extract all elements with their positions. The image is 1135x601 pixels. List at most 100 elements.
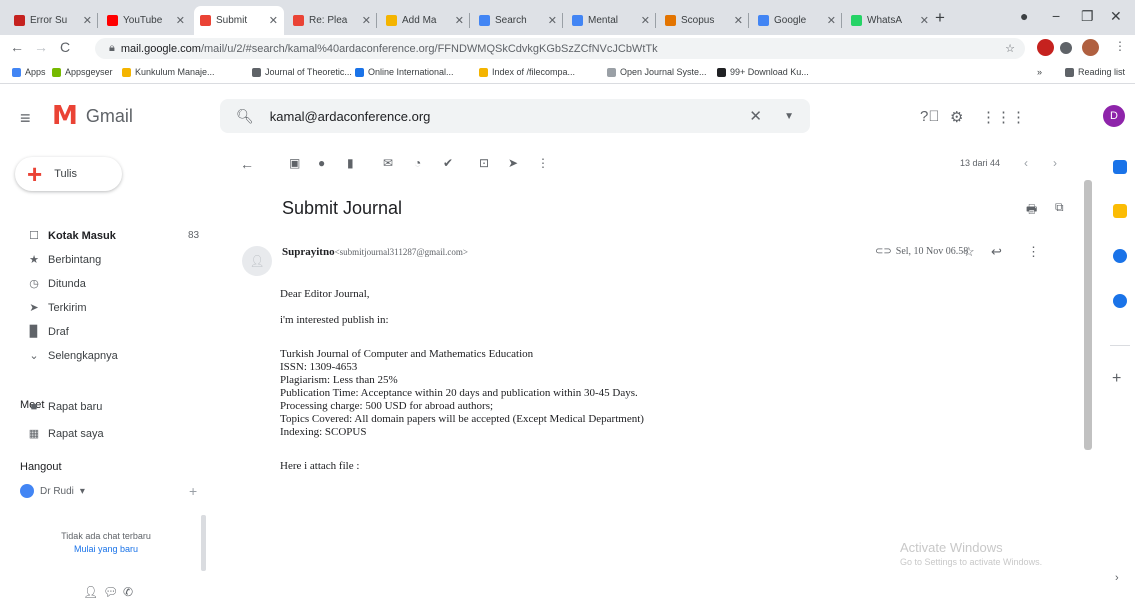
profile-dot-icon[interactable]: ● bbox=[1020, 8, 1028, 24]
message-more-icon[interactable]: ⋮ bbox=[1027, 244, 1040, 260]
reading-list-link[interactable]: Reading list bbox=[1065, 67, 1125, 77]
address-bar[interactable]: 🔒︎ mail.google.com /mail/u/2/#search/kam… bbox=[95, 38, 1025, 59]
browser-menu-icon[interactable]: ⋮ bbox=[1114, 39, 1126, 53]
browser-tab[interactable]: Scopus ✕ bbox=[659, 6, 749, 35]
puzzle-icon[interactable] bbox=[1060, 42, 1072, 54]
bookmark-item[interactable]: Journal of Theoretic... bbox=[252, 67, 352, 77]
gmail-logo[interactable]: M Gmail bbox=[52, 103, 133, 129]
browser-tab[interactable]: Re: Plea ✕ bbox=[287, 6, 377, 35]
close-tab-icon[interactable]: ✕ bbox=[362, 14, 371, 27]
close-tab-icon[interactable]: ✕ bbox=[83, 14, 92, 27]
previous-page-icon[interactable]: ‹ bbox=[1024, 156, 1028, 170]
close-tab-icon[interactable]: ✕ bbox=[734, 14, 743, 27]
meet-item[interactable]: ▦ Rapat saya bbox=[0, 422, 210, 445]
bookmark-item[interactable]: 99+ Download Ku... bbox=[717, 67, 809, 77]
archive-icon[interactable]: ▣ bbox=[289, 156, 300, 170]
close-tab-icon[interactable]: ✕ bbox=[176, 14, 185, 27]
move-to-icon[interactable]: ⊡ bbox=[479, 156, 489, 170]
close-tab-icon[interactable]: ✕ bbox=[827, 14, 836, 27]
open-new-window-icon[interactable]: ⧉ bbox=[1055, 200, 1064, 215]
bookmark-item[interactable]: Index of /filecompa... bbox=[479, 67, 575, 77]
apps-grid-icon[interactable]: ⋮⋮⋮ bbox=[981, 108, 1026, 126]
browser-tab[interactable]: Submit ✕ bbox=[194, 6, 284, 35]
phone-icon[interactable]: ✆ bbox=[123, 585, 133, 599]
print-icon[interactable]: 🖶︎ bbox=[1026, 200, 1037, 221]
clear-search-icon[interactable]: ✕ bbox=[749, 107, 762, 125]
reply-icon[interactable]: ↩ bbox=[991, 244, 1002, 260]
minimize-icon[interactable]: − bbox=[1052, 8, 1060, 24]
browser-tab[interactable]: WhatsA ✕ bbox=[845, 6, 935, 35]
browser-tab[interactable]: YouTube ✕ bbox=[101, 6, 191, 35]
contacts-app-icon[interactable] bbox=[1113, 294, 1127, 308]
bookmark-item[interactable]: Appsgeyser bbox=[52, 67, 113, 77]
maximize-icon[interactable]: ❐ bbox=[1081, 8, 1094, 25]
sidebar-item[interactable]: ➤ Terkirim bbox=[0, 296, 210, 319]
add-to-tasks-icon[interactable]: ✔ bbox=[443, 156, 453, 170]
sidebar-scrollbar[interactable] bbox=[201, 515, 206, 571]
sender-name[interactable]: Suprayitno bbox=[282, 246, 335, 258]
browser-tab[interactable]: Mental ✕ bbox=[566, 6, 656, 35]
report-spam-icon[interactable]: ● bbox=[318, 156, 325, 170]
close-tab-icon[interactable]: ✕ bbox=[548, 14, 557, 27]
bookmark-star-icon[interactable]: ☆ bbox=[1005, 42, 1015, 55]
search-input[interactable]: kamal@ardaconference.org bbox=[270, 109, 431, 124]
more-actions-icon[interactable]: ⋮ bbox=[537, 156, 549, 170]
sidebar-item[interactable]: ★ Berbintang bbox=[0, 248, 210, 271]
search-bar[interactable]: 🔍︎ kamal@ardaconference.org ✕ ▼ bbox=[220, 99, 810, 133]
back-to-list-icon[interactable]: ← bbox=[240, 156, 254, 172]
mark-unread-icon[interactable]: ✉ bbox=[383, 156, 393, 170]
hide-side-panel-icon[interactable]: › bbox=[1115, 572, 1119, 584]
bookmark-item[interactable]: Apps bbox=[12, 67, 46, 77]
delete-icon[interactable]: ▮ bbox=[347, 156, 354, 170]
account-avatar[interactable]: D bbox=[1103, 105, 1125, 127]
snooze-icon[interactable]: ◔ bbox=[414, 156, 421, 170]
calendar-app-icon[interactable] bbox=[1113, 160, 1127, 174]
add-chat-icon[interactable]: + bbox=[189, 483, 197, 499]
sidebar-item[interactable]: ◷ Ditunda bbox=[0, 272, 210, 295]
chevron-down-icon: ▾ bbox=[79, 485, 85, 497]
forward-icon[interactable]: → bbox=[34, 39, 48, 55]
main-menu-icon[interactable]: ≡ bbox=[20, 108, 31, 129]
browser-tab[interactable]: Error Su ✕ bbox=[8, 6, 98, 35]
close-tab-icon[interactable]: ✕ bbox=[641, 14, 650, 27]
close-tab-icon[interactable]: ✕ bbox=[455, 14, 464, 27]
profile-icon[interactable] bbox=[1082, 39, 1099, 56]
browser-tab[interactable]: Search ✕ bbox=[473, 6, 563, 35]
more-bookmarks-icon[interactable]: » bbox=[1037, 67, 1042, 77]
tasks-app-icon[interactable] bbox=[1113, 249, 1127, 263]
bookmark-item[interactable]: Online International... bbox=[355, 67, 454, 77]
person-icon[interactable]: 👤︎ bbox=[83, 585, 98, 599]
start-new-chat-link[interactable]: Mulai yang baru bbox=[20, 543, 192, 556]
star-message-icon[interactable]: ☆ bbox=[963, 244, 975, 260]
compose-button[interactable]: + Tulis bbox=[15, 157, 122, 191]
message-scrollbar[interactable] bbox=[1084, 180, 1092, 450]
hangout-user[interactable]: Dr Rudi ▾ bbox=[20, 484, 85, 498]
sidebar-item[interactable]: ⌄ Selengkapnya bbox=[0, 344, 210, 367]
get-addons-icon[interactable]: + bbox=[1112, 370, 1121, 388]
label-icon[interactable]: ➤ bbox=[508, 156, 518, 170]
close-tab-icon[interactable]: ✕ bbox=[920, 14, 929, 27]
close-window-icon[interactable]: ✕ bbox=[1110, 8, 1122, 25]
bookmark-icon bbox=[12, 67, 21, 77]
new-tab-button[interactable]: + bbox=[935, 8, 945, 28]
watermark-title: Activate Windows bbox=[900, 540, 1003, 555]
bookmark-item[interactable]: Open Journal Syste... bbox=[607, 67, 707, 77]
tab-label: Google bbox=[774, 15, 807, 26]
browser-tab[interactable]: Google ✕ bbox=[752, 6, 842, 35]
browser-tab[interactable]: Add Ma ✕ bbox=[380, 6, 470, 35]
search-options-icon[interactable]: ▼ bbox=[784, 111, 794, 122]
search-icon[interactable]: 🔍︎ bbox=[236, 108, 254, 125]
meet-item[interactable]: ■ Rapat baru bbox=[0, 395, 210, 418]
settings-icon[interactable]: ⚙ bbox=[950, 108, 963, 126]
extension-icon[interactable] bbox=[1037, 39, 1054, 56]
chat-bubble-icon[interactable]: 💬︎ bbox=[103, 585, 118, 599]
keep-app-icon[interactable] bbox=[1113, 204, 1127, 218]
sidebar-item[interactable]: ▉ Draf bbox=[0, 320, 210, 343]
back-icon[interactable]: ← bbox=[10, 39, 24, 55]
help-icon[interactable]: ?⃝ bbox=[920, 108, 940, 125]
next-page-icon[interactable]: › bbox=[1053, 156, 1057, 170]
reload-icon[interactable]: C bbox=[60, 39, 70, 55]
bookmark-item[interactable]: Kunkulum Manaje... bbox=[122, 67, 215, 77]
sidebar-item[interactable]: ☐ Kotak Masuk 83 bbox=[0, 224, 210, 247]
close-tab-icon[interactable]: ✕ bbox=[269, 14, 278, 27]
